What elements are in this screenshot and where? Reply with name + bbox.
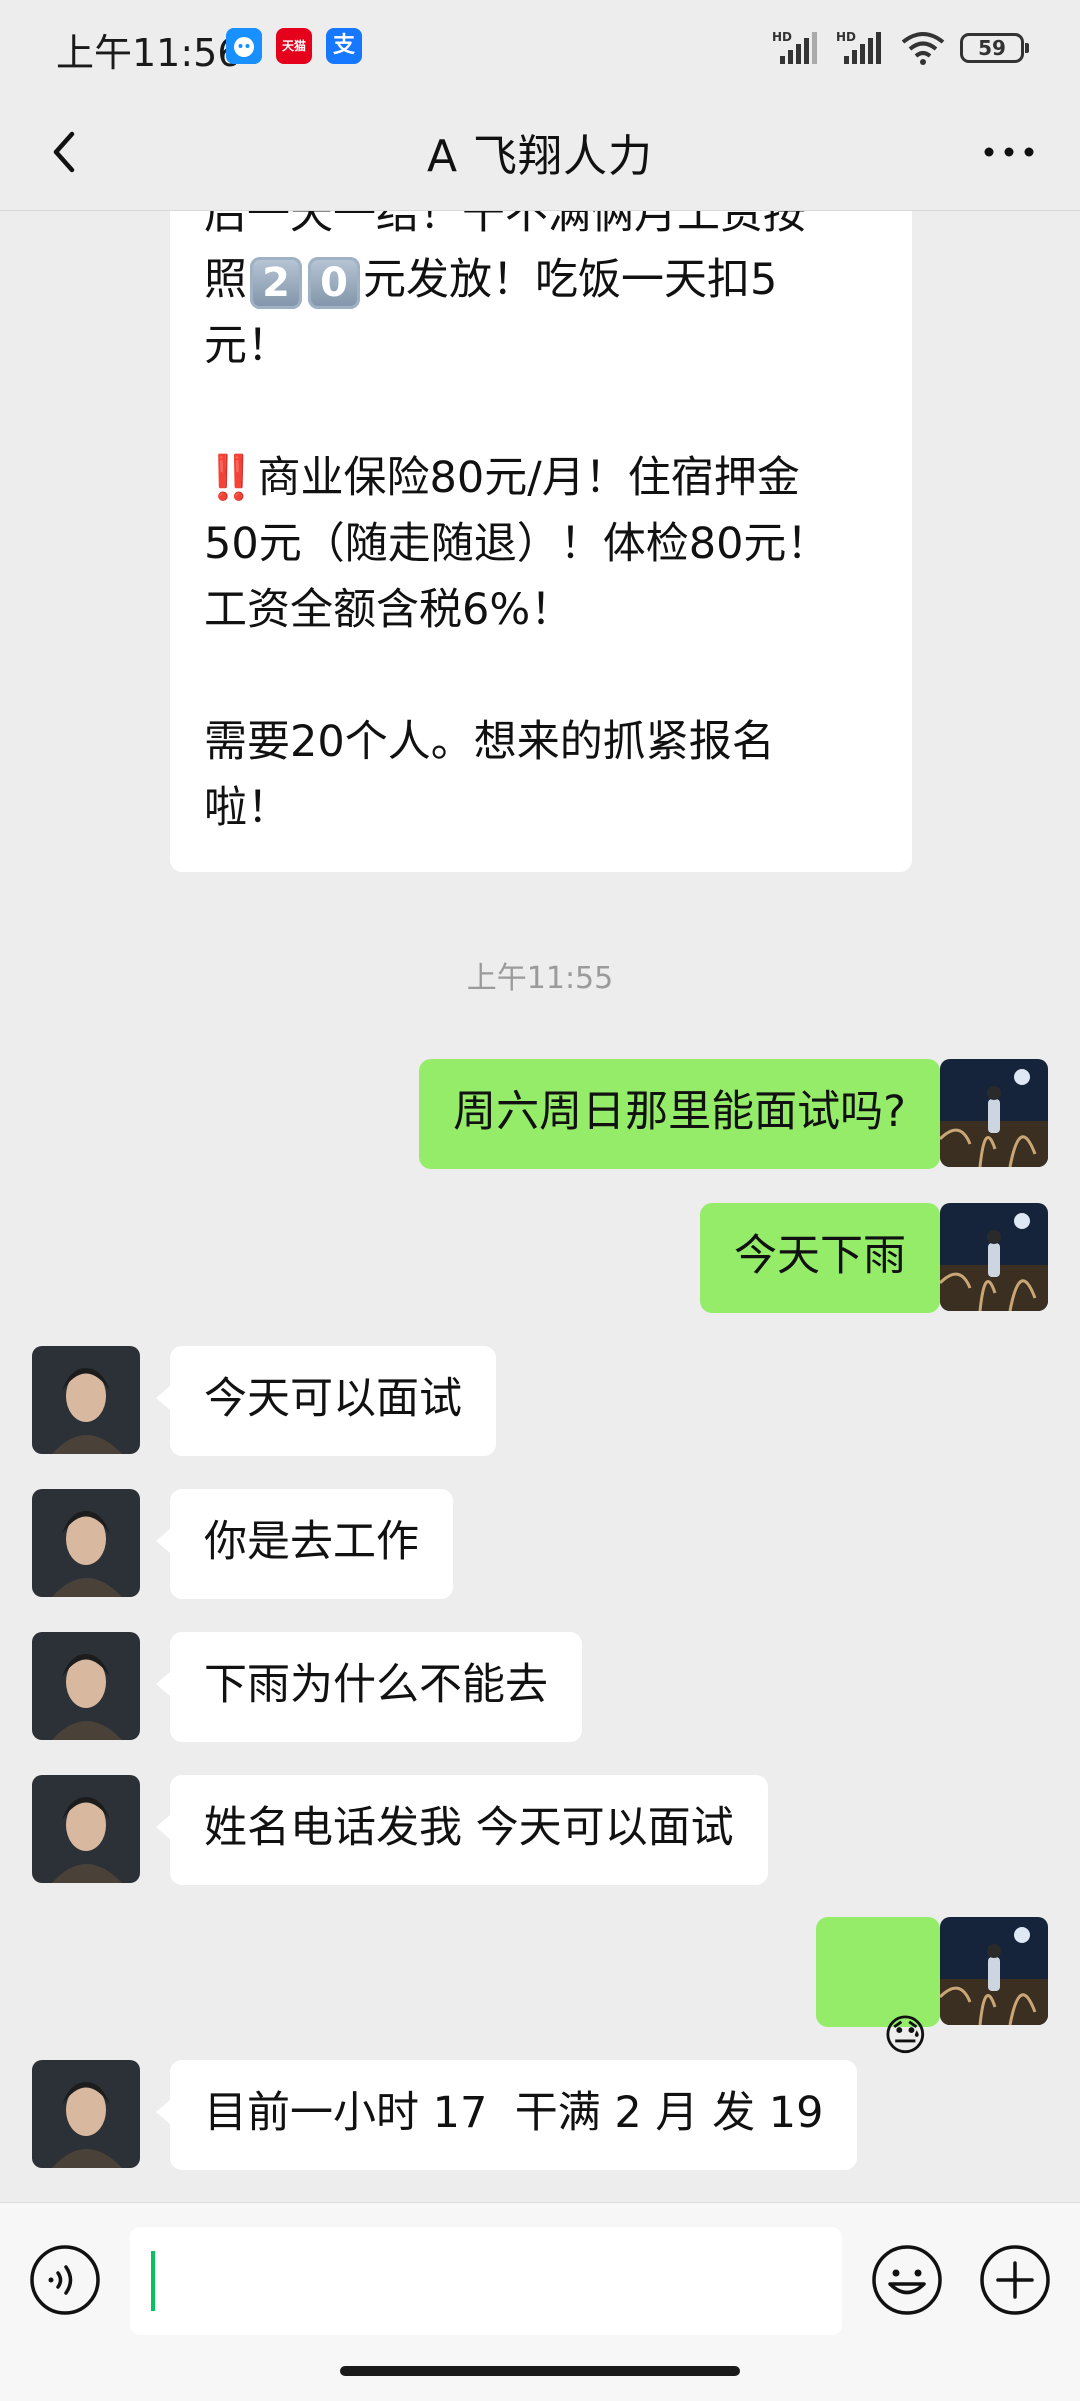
chat-header: A 飞翔人力	[0, 96, 1080, 211]
status-time: 上午11:56	[56, 31, 242, 75]
contact-avatar[interactable]	[32, 2060, 140, 2168]
message-list[interactable]: 后一天一结！干不满俩月工资按 照 2 0 元发放！吃饭一天扣5 元！ ‼️商业保险80…	[0, 211, 1080, 2201]
app-icon-blue	[226, 28, 262, 64]
message-input[interactable]	[130, 2227, 842, 2335]
message-bubble-received[interactable]: 下雨为什么不能去	[156, 1632, 582, 1742]
cellular-signal-2-icon: HD	[836, 30, 886, 66]
status-bar: 上午11:56 天猫 支 HD HD 59	[0, 0, 1080, 96]
message-line: 啦！	[204, 783, 290, 833]
contact-avatar[interactable]	[32, 1632, 140, 1740]
keycap-digit: 2	[250, 256, 302, 309]
text-caret	[151, 2251, 155, 2311]
message-line: 工资全额含税6%！	[204, 585, 574, 635]
message-line: 后一天一结！干不满俩月工资按	[204, 211, 806, 239]
status-indicators: HD HD 59	[772, 28, 1029, 68]
message-line: ‼️商业保险80元/月！住宿押金	[204, 453, 800, 503]
message-line: 元！	[204, 321, 290, 371]
voice-input-icon[interactable]	[28, 2243, 102, 2317]
chat-title: A 飞翔人力	[426, 131, 654, 182]
message-bubble-sent[interactable]: 周六周日那里能面试吗?	[419, 1059, 954, 1169]
battery-icon: 59	[960, 33, 1029, 63]
alipay-icon: 支	[326, 28, 362, 64]
more-options-icon[interactable]	[974, 122, 1044, 182]
my-avatar[interactable]	[940, 1917, 1048, 2025]
contact-avatar[interactable]	[32, 1775, 140, 1883]
message-bubble-received[interactable]: 姓名电话发我 今天可以面试	[156, 1775, 768, 1885]
wifi-icon	[901, 32, 945, 65]
message-line: 照 2 0 元发放！吃饭一天扣5	[204, 247, 777, 313]
keycap-digit: 0	[308, 256, 360, 309]
my-avatar[interactable]	[940, 1059, 1048, 1167]
tmall-icon: 天猫	[276, 28, 312, 64]
emoji-icon[interactable]	[870, 2243, 944, 2317]
my-avatar[interactable]	[940, 1203, 1048, 1311]
message-bubble-received[interactable]: 今天可以面试	[156, 1346, 496, 1456]
message-bubble-received[interactable]: 你是去工作	[156, 1489, 453, 1599]
plus-icon[interactable]	[978, 2243, 1052, 2317]
home-indicator[interactable]	[340, 2366, 740, 2376]
message-timestamp: 上午11:55	[466, 961, 614, 996]
contact-avatar[interactable]	[32, 1346, 140, 1454]
message-bubble-sent[interactable]: 今天下雨	[700, 1203, 954, 1313]
cellular-signal-icon: HD	[772, 30, 822, 66]
message-bubble-sent[interactable]: 😓	[816, 1917, 954, 2061]
sweat-emoji-icon: 😓	[882, 2011, 928, 2061]
contact-avatar[interactable]	[32, 1489, 140, 1597]
message-line: 需要20个人。想来的抓紧报名	[204, 717, 775, 767]
message-bubble-received[interactable]: 目前一小时 17 干满 2 月 发 19	[155, 2060, 858, 2170]
message-line: 50元（随走随退）！体检80元！	[204, 519, 830, 569]
double-exclamation-icon: ‼️	[204, 453, 258, 503]
message-bubble-received[interactable]: 后一天一结！干不满俩月工资按 照 2 0 元发放！吃饭一天扣5 元！ ‼️商业保险80…	[170, 211, 912, 872]
